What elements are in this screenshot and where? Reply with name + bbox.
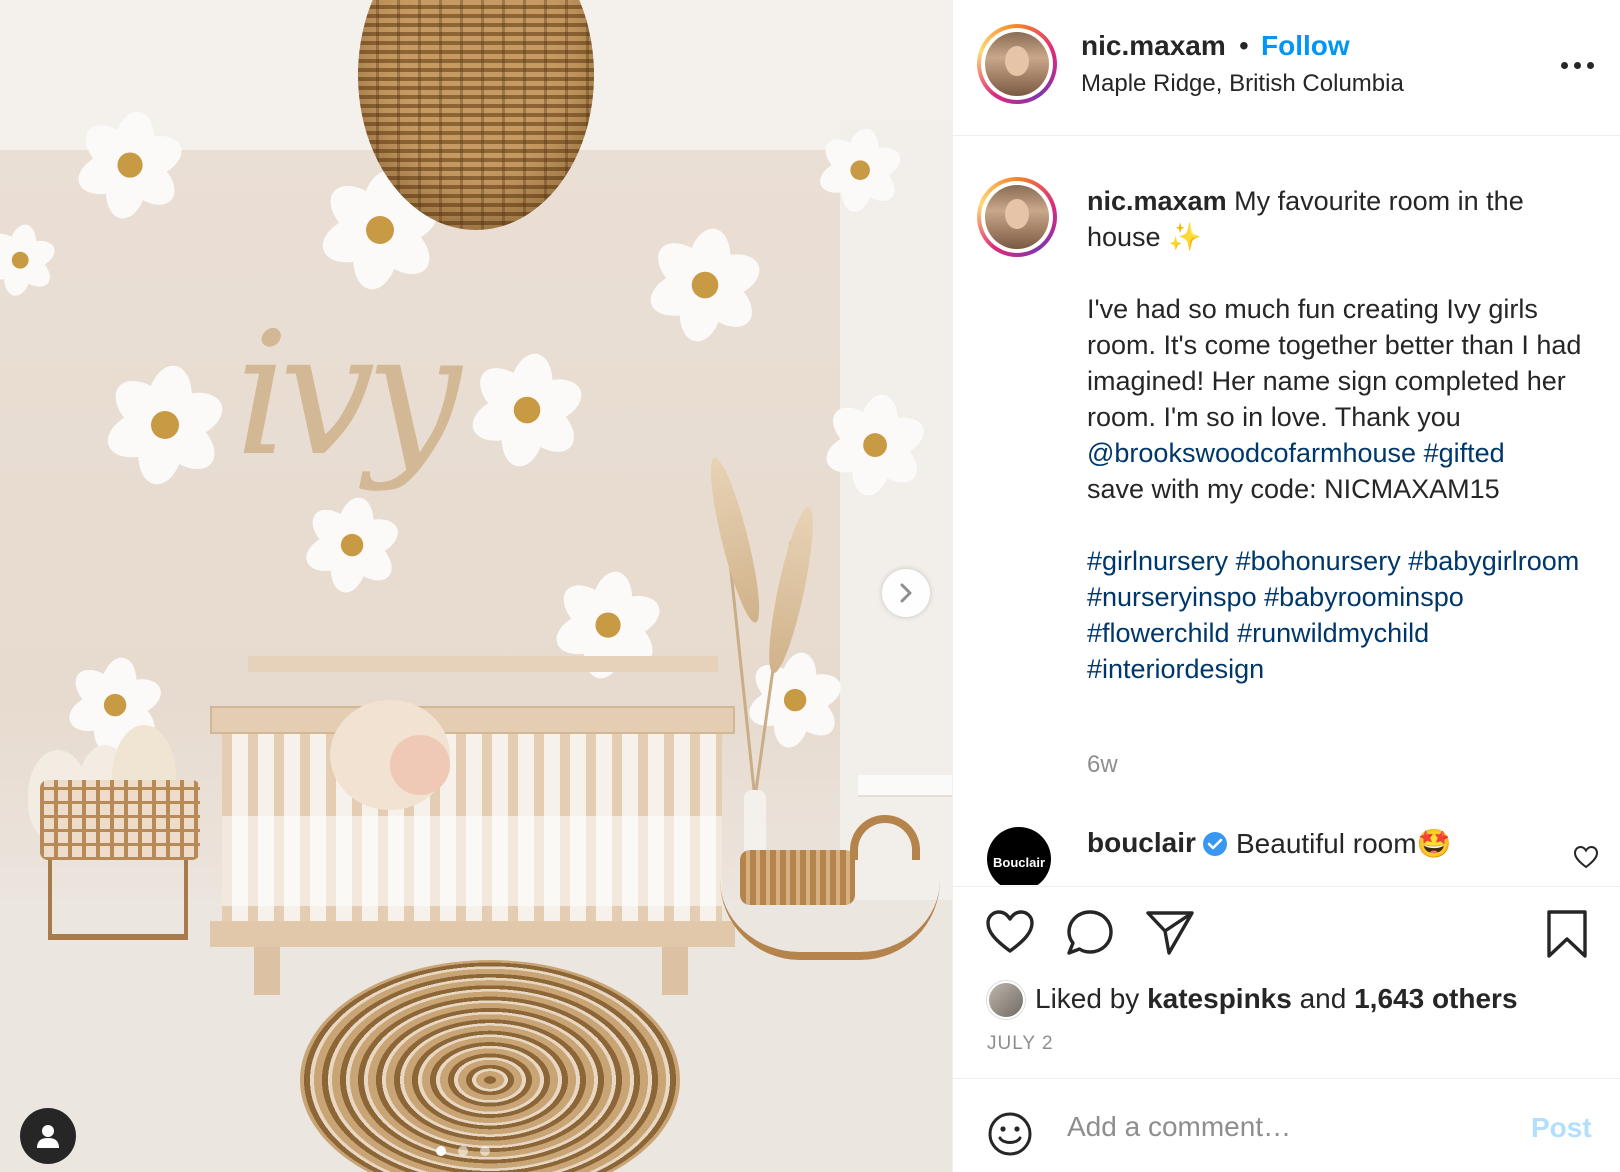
carousel-dot	[480, 1146, 490, 1156]
more-options-icon[interactable]	[1557, 50, 1597, 80]
author-username[interactable]: nic.maxam	[1081, 30, 1226, 62]
hashtag-link[interactable]: #flowerchild	[1087, 618, 1230, 648]
daisy-decal	[820, 391, 930, 499]
post-caption: nic.maxam My favourite room in the house…	[1087, 183, 1587, 687]
hashtag-link[interactable]: #babygirlroom	[1408, 546, 1579, 576]
crib-base	[210, 921, 735, 947]
likes-summary: Liked by katespinks and 1,643 others	[1035, 983, 1518, 1015]
carousel-dot-active	[436, 1146, 446, 1156]
person-icon	[37, 1125, 59, 1148]
daisy-decal	[466, 350, 588, 470]
comments-section: nic.maxam My favourite room in the house…	[953, 137, 1620, 885]
comment-text: Beautiful room🤩	[1236, 828, 1452, 859]
caption-author-avatar-image	[985, 185, 1049, 249]
hashtag-link[interactable]: #interiordesign	[1087, 654, 1264, 684]
rattan-cart-basket	[40, 780, 200, 860]
daisy-decal	[743, 649, 847, 751]
daisy-decal	[0, 222, 59, 298]
emoji-smiley-icon[interactable]	[987, 1111, 1033, 1157]
post-header: nic.maxam • Follow Maple Ridge, British …	[953, 0, 1620, 136]
crib-leg	[254, 947, 280, 995]
photo-shelf	[858, 775, 952, 797]
carousel-indicator	[436, 1146, 516, 1158]
hashtag-link[interactable]: #gifted	[1424, 438, 1505, 468]
separator-dot: •	[1239, 30, 1249, 61]
caption-author-avatar[interactable]	[977, 177, 1057, 257]
daisy-decal	[300, 494, 404, 596]
caption-body: I've had so much fun creating Ivy girls …	[1087, 294, 1582, 432]
crib-top-rail	[210, 706, 735, 734]
likes-prefix: Liked by	[1035, 983, 1140, 1014]
post-date[interactable]: JULY 2	[987, 1033, 1054, 1055]
daisy-decal	[316, 167, 444, 293]
comment-like-heart-icon[interactable]	[1573, 845, 1599, 869]
comment-bubble-icon[interactable]	[1065, 909, 1115, 957]
daisy-decal	[101, 362, 229, 488]
rattan-rocking-horse	[720, 815, 940, 960]
save-bookmark-icon[interactable]	[1545, 909, 1589, 959]
daisy-decal	[644, 225, 766, 345]
caption-username[interactable]: nic.maxam	[1087, 186, 1227, 216]
hashtag-link[interactable]: #girlnursery	[1087, 546, 1228, 576]
post-comment-button[interactable]: Post	[1531, 1112, 1592, 1144]
post-location[interactable]: Maple Ridge, British Columbia	[1081, 70, 1404, 98]
crib	[210, 656, 735, 996]
photo-side-wall	[840, 120, 952, 920]
hashtag-link[interactable]: #babyroominspo	[1264, 582, 1464, 612]
carousel-next-button[interactable]	[882, 569, 930, 617]
commenter-avatar[interactable]: Bouclair	[987, 827, 1051, 885]
post-details-panel: nic.maxam • Follow Maple Ridge, British …	[952, 0, 1620, 1172]
caption-timestamp[interactable]: 6w	[1087, 751, 1118, 779]
author-avatar[interactable]	[977, 24, 1057, 104]
follow-button[interactable]: Follow	[1261, 30, 1350, 62]
hashtag-link[interactable]: #nurseryinspo	[1087, 582, 1257, 612]
add-comment-bar: Post	[953, 1078, 1620, 1172]
daisy-decal	[72, 108, 188, 222]
caption-code-line: save with my code: NICMAXAM15	[1087, 474, 1500, 504]
chevron-right-icon	[900, 583, 912, 603]
crib-mattress	[222, 816, 722, 906]
daisy-decal	[63, 654, 167, 756]
likes-middle: and	[1299, 983, 1347, 1014]
pampas-plume	[760, 504, 822, 676]
hashtag-link[interactable]: #bohonursery	[1236, 546, 1401, 576]
rattan-cart-frame	[48, 860, 188, 940]
daisy-decal	[815, 126, 905, 215]
author-avatar-image	[985, 32, 1049, 96]
caption-mention-link[interactable]: @brookswoodcofarmhouse	[1087, 438, 1416, 468]
post-photo[interactable]: ivy	[0, 0, 952, 1172]
hashtag-link[interactable]: #runwildmychild	[1237, 618, 1429, 648]
crib-back-rail	[248, 656, 718, 672]
flower-pillow-center	[390, 735, 450, 795]
post-actions: Liked by katespinks and 1,643 others JUL…	[953, 886, 1620, 1078]
daisy-decal	[550, 568, 666, 682]
likes-count-link[interactable]: 1,643 others	[1354, 983, 1517, 1014]
comment-input[interactable]	[1067, 1101, 1497, 1153]
crib-leg	[662, 947, 688, 995]
liker-username-link[interactable]: katespinks	[1147, 983, 1292, 1014]
like-heart-icon[interactable]	[985, 909, 1035, 955]
carousel-dot	[458, 1146, 468, 1156]
ivy-name-sign: ivy	[235, 296, 461, 494]
liker-avatar[interactable]	[987, 981, 1025, 1019]
tagged-people-button[interactable]	[20, 1108, 76, 1164]
share-paper-plane-icon[interactable]	[1145, 909, 1195, 957]
commenter-username[interactable]: bouclair	[1087, 827, 1196, 859]
caption-hashtags: #girlnursery #bohonursery #babygirlroom …	[1087, 543, 1587, 687]
verified-badge-icon	[1203, 832, 1227, 856]
